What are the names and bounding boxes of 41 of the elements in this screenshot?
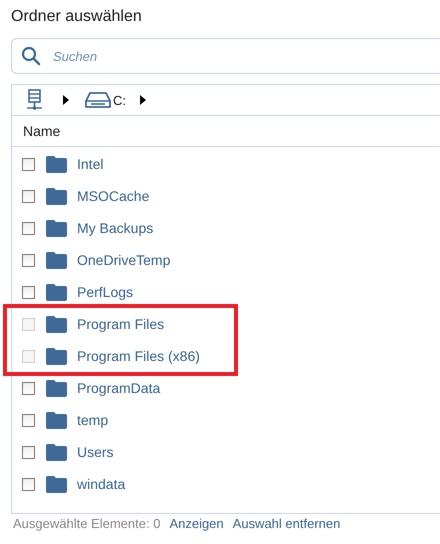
folder-name[interactable]: My Backups: [77, 220, 154, 236]
folder-name[interactable]: MSOCache: [77, 188, 150, 204]
search-icon: [21, 46, 41, 66]
dialog-title: Ordner auswählen: [10, 7, 143, 27]
network-icon[interactable]: [27, 89, 43, 111]
checkbox[interactable]: [22, 222, 35, 234]
folder-name[interactable]: temp: [77, 412, 108, 428]
folder-icon: [46, 316, 67, 332]
folder-name[interactable]: Intel: [77, 156, 104, 172]
caret-icon: [140, 95, 146, 105]
folder-icon: [46, 220, 67, 236]
status-link[interactable]: Anzeigen: [169, 516, 224, 531]
folder-icon: [46, 188, 67, 204]
folder-name[interactable]: OneDriveTemp: [77, 252, 170, 268]
folder-icon: [46, 412, 67, 428]
checkbox[interactable]: [22, 382, 35, 394]
folder-name[interactable]: ProgramData: [77, 380, 160, 396]
folder-icon: [46, 444, 67, 460]
folder-name[interactable]: windata: [77, 476, 126, 492]
folder-icon: [46, 380, 67, 396]
search-field[interactable]: Suchen: [11, 38, 440, 74]
checkbox[interactable]: [22, 446, 35, 458]
caret-icon: [63, 95, 69, 105]
selected-count: Ausgewählte Elemente: 0: [13, 516, 160, 531]
drive-label[interactable]: C:: [113, 92, 126, 108]
drive-icon[interactable]: [85, 91, 111, 109]
folder-icon: [46, 284, 67, 300]
folder-icon: [46, 252, 67, 268]
checkbox[interactable]: [22, 158, 35, 170]
status-link[interactable]: Auswahl entfernen: [232, 516, 340, 531]
folder-icon: [46, 348, 67, 364]
checkbox[interactable]: [22, 478, 35, 490]
folder-icon: [46, 476, 67, 492]
column-header[interactable]: Name: [23, 123, 60, 139]
checkbox[interactable]: [22, 254, 35, 266]
folder-icon: [46, 156, 67, 172]
folder-name[interactable]: Users: [77, 444, 114, 460]
folder-name[interactable]: PerfLogs: [77, 284, 134, 300]
checkbox[interactable]: [22, 286, 35, 298]
checkbox[interactable]: [22, 190, 35, 202]
checkbox[interactable]: [22, 414, 35, 426]
